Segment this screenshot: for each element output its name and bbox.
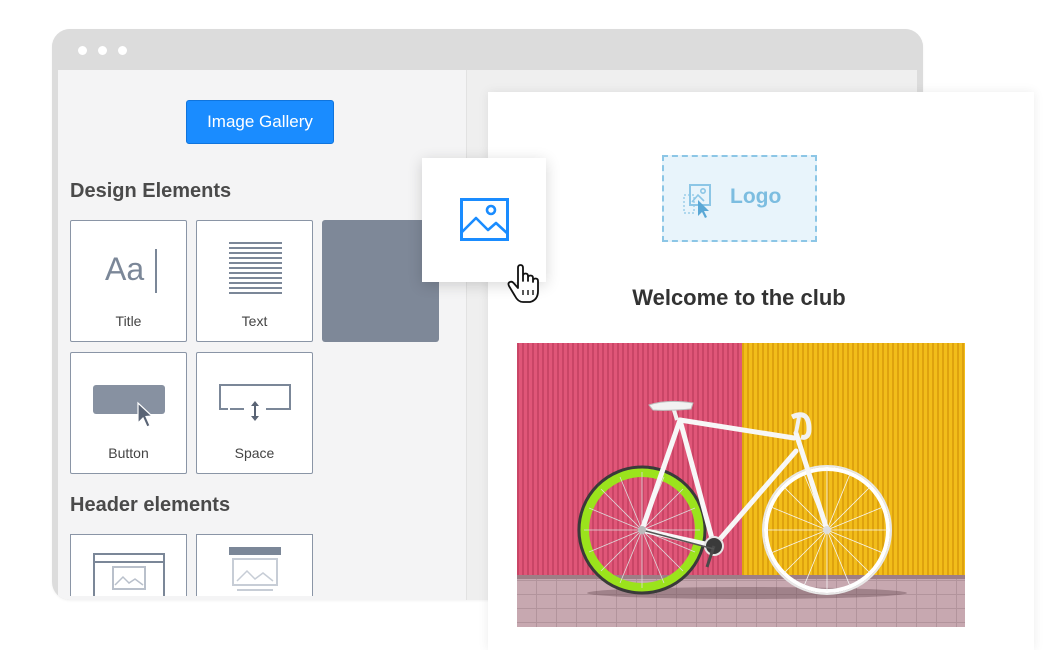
title-icon: Aa: [105, 251, 145, 287]
button-element-tile[interactable]: Button: [70, 352, 187, 474]
bicycle-photo: [517, 343, 965, 627]
header-layout-icon: [93, 553, 165, 596]
window-dot-icon[interactable]: [78, 46, 87, 55]
email-heading[interactable]: Welcome to the club: [560, 285, 918, 311]
text-element-tile[interactable]: Text: [196, 220, 313, 342]
logo-label: Logo: [730, 185, 782, 208]
window-dot-icon[interactable]: [118, 46, 127, 55]
space-icon: [219, 384, 291, 421]
tile-label: Text: [241, 313, 268, 329]
design-elements-heading: Design Elements: [70, 180, 232, 202]
text-caret-icon: [155, 249, 157, 293]
title-element-tile[interactable]: Aa Title: [70, 220, 187, 342]
header-banner-icon: [229, 547, 281, 591]
space-element-tile[interactable]: Space: [196, 352, 313, 474]
header-elements-heading: Header elements: [70, 494, 231, 516]
hero-image[interactable]: [517, 343, 965, 627]
button-icon: [93, 385, 165, 428]
tile-label: Title: [115, 313, 142, 329]
image-icon: [460, 198, 509, 241]
window-dot-icon[interactable]: [98, 46, 107, 55]
logo-placeholder[interactable]: Logo: [662, 155, 817, 242]
title-bar: [52, 29, 923, 70]
header-layout-tile[interactable]: [70, 534, 187, 596]
hand-pointer-icon: [507, 264, 539, 303]
header-banner-tile[interactable]: [196, 534, 313, 596]
image-drop-icon: [683, 184, 711, 218]
tile-label: Space: [234, 445, 275, 461]
text-lines-icon: [229, 242, 282, 294]
tile-label: Button: [108, 445, 149, 461]
image-gallery-button[interactable]: Image Gallery: [186, 100, 334, 144]
